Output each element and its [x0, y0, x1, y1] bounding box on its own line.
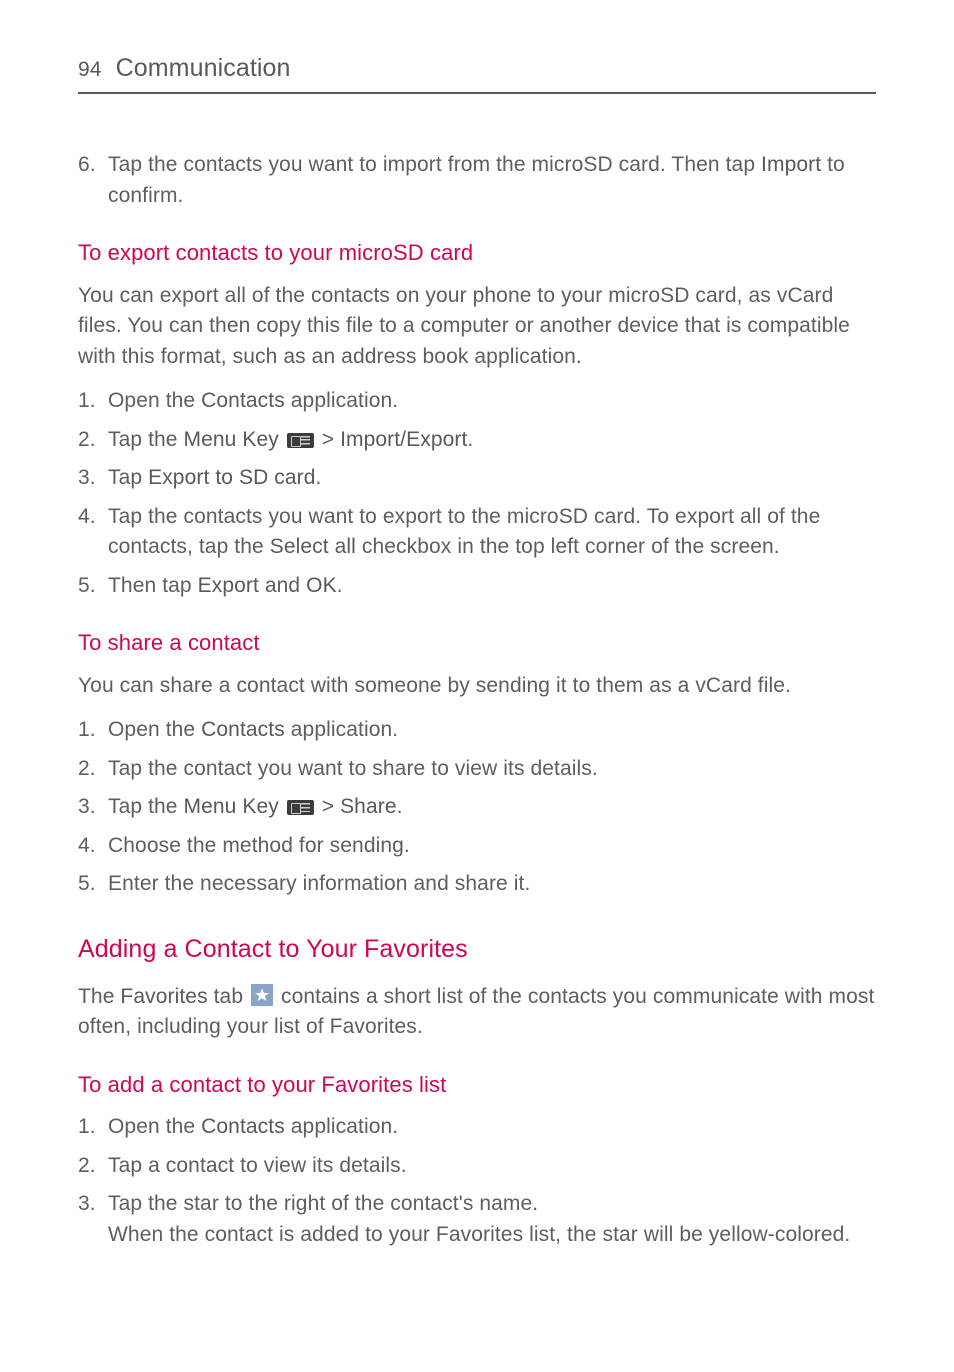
paragraph: You can export all of the contacts on yo… — [78, 281, 876, 372]
step-text: Tap the Menu Key > Share. — [108, 792, 876, 822]
step-number: 1. — [78, 1112, 108, 1142]
text: . — [467, 428, 473, 451]
step-text: Tap the Menu Key > Import/Export. — [108, 425, 876, 455]
ui-label: OK — [306, 574, 337, 597]
ui-label: Contacts — [201, 1115, 285, 1138]
step-number: 5. — [78, 869, 108, 899]
ui-label: Share — [340, 795, 397, 818]
step-number: 2. — [78, 425, 108, 455]
step-text: Open the Contacts application. — [108, 1112, 876, 1142]
list-item: 1. Open the Contacts application. — [78, 386, 876, 416]
step-number: 4. — [78, 502, 108, 563]
list-item: 1. Open the Contacts application. — [78, 1112, 876, 1142]
list-item: 3. Tap the star to the right of the cont… — [78, 1189, 876, 1250]
step-text: Tap the contacts you want to export to t… — [108, 502, 876, 563]
list-item: 5. Then tap Export and OK. — [78, 571, 876, 601]
ui-label: Import/Export — [340, 428, 467, 451]
section-heading: Adding a Contact to Your Favorites — [78, 931, 876, 967]
text: . — [397, 795, 403, 818]
step-text: Open the Contacts application. — [108, 386, 876, 416]
list-item: 5. Enter the necessary information and s… — [78, 869, 876, 899]
ui-label: Import — [761, 153, 821, 176]
step-text: Open the Contacts application. — [108, 715, 876, 745]
subsection-heading: To add a contact to your Favorites list — [78, 1069, 876, 1101]
text: Open the — [108, 718, 201, 741]
step-text: Tap the contact you want to share to vie… — [108, 754, 876, 784]
text: The — [78, 985, 120, 1008]
list-item: 6. Tap the contacts you want to import f… — [78, 150, 876, 211]
paragraph: The Favorites tab contains a short list … — [78, 982, 876, 1043]
subsection-heading: To share a contact — [78, 627, 876, 659]
text: Tap the — [108, 428, 184, 451]
list-item: 2. Tap a contact to view its details. — [78, 1151, 876, 1181]
text: Open the — [108, 1115, 201, 1138]
page-header: 94 Communication — [78, 50, 876, 94]
step-number: 2. — [78, 1151, 108, 1181]
ui-label: Export to SD card — [148, 466, 315, 489]
step-number: 6. — [78, 150, 108, 211]
list-item: 3. Tap the Menu Key > Share. — [78, 792, 876, 822]
text: . — [316, 466, 322, 489]
ui-label: Favorites — [120, 985, 207, 1008]
page-number: 94 — [78, 55, 102, 85]
text: Open the — [108, 389, 201, 412]
step-text: Tap a contact to view its details. — [108, 1151, 876, 1181]
step-number: 1. — [78, 715, 108, 745]
list-item: 4. Tap the contacts you want to export t… — [78, 502, 876, 563]
list-item: 2. Tap the Menu Key > Import/Export. — [78, 425, 876, 455]
step-text: Tap the contacts you want to import from… — [108, 150, 876, 211]
section-title: Communication — [116, 50, 291, 86]
text: application. — [285, 718, 398, 741]
ui-label: Contacts — [201, 389, 285, 412]
step-text: Tap the star to the right of the contact… — [108, 1189, 876, 1250]
menu-key-icon — [287, 800, 314, 815]
step-number: 2. — [78, 754, 108, 784]
text: > — [316, 428, 340, 451]
step-number: 3. — [78, 463, 108, 493]
ui-label: Menu Key — [184, 428, 279, 451]
text: checkbox in the top left corner of the s… — [356, 535, 780, 558]
step-number: 5. — [78, 571, 108, 601]
list-item: 2. Tap the contact you want to share to … — [78, 754, 876, 784]
ui-label: Contacts — [201, 718, 285, 741]
step-text: Enter the necessary information and shar… — [108, 869, 876, 899]
text: . — [337, 574, 343, 597]
text: Then tap — [108, 574, 198, 597]
step-text: Choose the method for sending. — [108, 831, 876, 861]
list-item: 1. Open the Contacts application. — [78, 715, 876, 745]
text: and — [259, 574, 306, 597]
step-number: 1. — [78, 386, 108, 416]
ui-label: Export — [198, 574, 259, 597]
star-icon — [251, 984, 273, 1006]
text: When the contact is added to your Favori… — [108, 1223, 850, 1246]
text: > — [316, 795, 340, 818]
step-number: 3. — [78, 1189, 108, 1250]
ui-label: Menu Key — [184, 795, 279, 818]
step-text: Then tap Export and OK. — [108, 571, 876, 601]
menu-key-icon — [287, 433, 314, 448]
ui-label: Select all — [270, 535, 356, 558]
text: Tap — [108, 466, 148, 489]
text: Tap the — [108, 795, 184, 818]
paragraph: You can share a contact with someone by … — [78, 671, 876, 701]
list-item: 4. Choose the method for sending. — [78, 831, 876, 861]
text: application. — [285, 389, 398, 412]
text: tab — [208, 985, 249, 1008]
text: Tap the star to the right of the contact… — [108, 1192, 538, 1215]
subsection-heading: To export contacts to your microSD card — [78, 237, 876, 269]
list-item: 3. Tap Export to SD card. — [78, 463, 876, 493]
step-number: 3. — [78, 792, 108, 822]
text: Tap the contacts you want to import from… — [108, 153, 761, 176]
step-number: 4. — [78, 831, 108, 861]
text: application. — [285, 1115, 398, 1138]
step-text: Tap Export to SD card. — [108, 463, 876, 493]
